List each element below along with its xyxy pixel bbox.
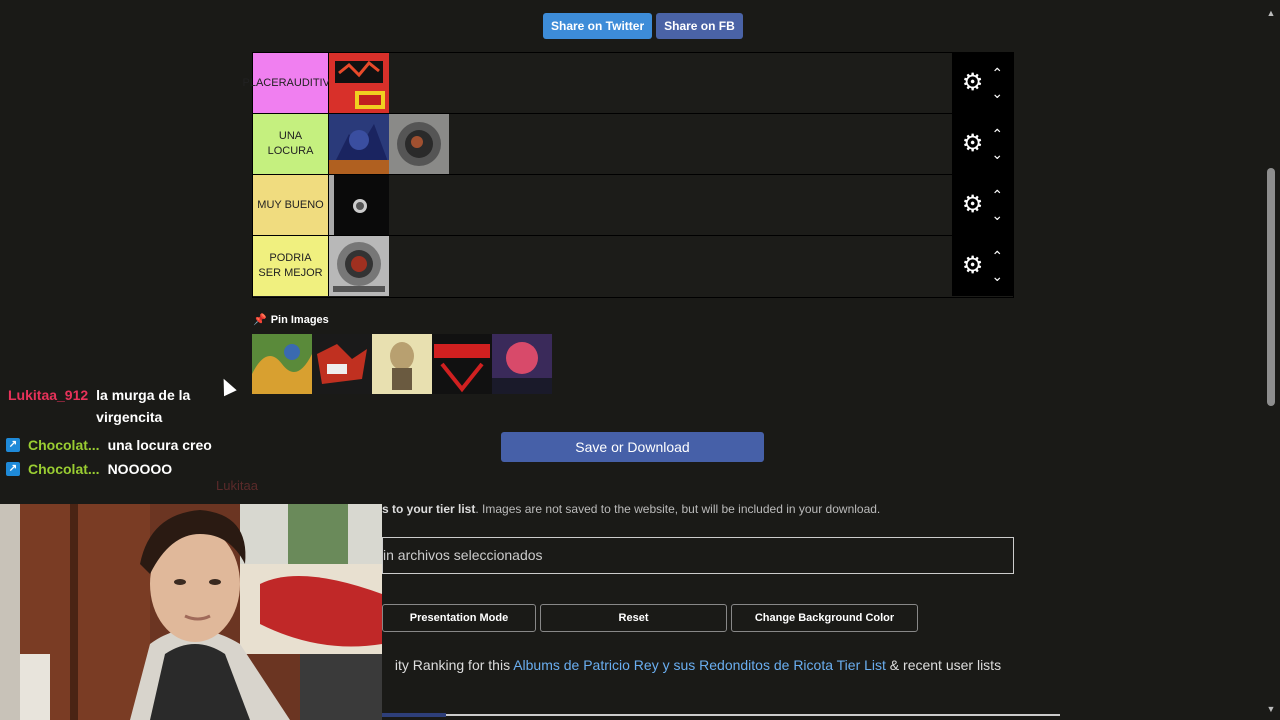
tier-row: UNA LOCURA ⚙ ⌃ ⌄	[253, 114, 1013, 175]
upload-instructions-rest: . Images are not saved to the website, b…	[475, 502, 881, 516]
chat-username: Lukitaa_912	[8, 387, 89, 403]
tier-controls: ⚙ ⌃ ⌄	[952, 175, 1013, 235]
tier-controls: ⚙ ⌃ ⌄	[952, 236, 1013, 296]
gear-icon[interactable]: ⚙	[962, 193, 984, 217]
move-arrows: ⌃ ⌄	[991, 124, 1003, 164]
community-prefix: ity Ranking for this	[394, 657, 514, 673]
tier-items[interactable]	[329, 236, 952, 297]
chevron-down-icon[interactable]: ⌄	[991, 205, 1003, 225]
action-buttons: Presentation Mode Reset Change Backgroun…	[382, 604, 918, 632]
chat-message: ↗ Chocolat... una locura creo	[0, 434, 230, 456]
chat-text: NOOOOO	[107, 461, 173, 477]
pin-images-label: Pin Images	[270, 313, 329, 326]
divider	[382, 714, 1060, 716]
move-arrows: ⌃ ⌄	[991, 63, 1003, 103]
reset-button[interactable]: Reset	[540, 604, 727, 632]
chevron-up-icon[interactable]: ⌃	[991, 124, 1003, 144]
image-pool[interactable]	[252, 334, 552, 394]
album-tile[interactable]	[389, 114, 449, 174]
move-arrows: ⌃ ⌄	[991, 246, 1003, 286]
album-tile[interactable]	[312, 334, 372, 394]
tier-items[interactable]	[329, 175, 952, 235]
chat-text: una locura creo	[107, 437, 212, 453]
tier-list-link[interactable]: Albums de Patricio Rey y sus Redonditos …	[513, 657, 886, 673]
chat-text: la murga de la virgencita	[96, 387, 191, 425]
album-tile[interactable]	[432, 334, 492, 394]
chat-faded-username: Lukitaa	[216, 478, 258, 493]
change-background-color-button[interactable]: Change Background Color	[731, 604, 918, 632]
prime-badge-icon: ↗	[6, 438, 20, 452]
chevron-down-icon[interactable]: ⌄	[991, 144, 1003, 164]
presentation-mode-button[interactable]: Presentation Mode	[382, 604, 536, 632]
chat-message: ↗ Chocolat... NOOOOO	[0, 458, 230, 480]
tier-label[interactable]: PLACERAUDITIVO	[243, 53, 338, 113]
tier-controls: ⚙ ⌃ ⌄	[952, 53, 1013, 113]
tier-row: PLACERAUDITIVO ⚙ ⌃ ⌄	[243, 53, 1013, 114]
tier-row: PODRIA SER MEJOR ⚙ ⌃ ⌄	[253, 236, 1013, 297]
community-ranking-text: ity Ranking for this Albums de Patricio …	[382, 656, 1014, 674]
tier-items[interactable]	[329, 53, 952, 113]
save-download-button[interactable]: Save or Download	[501, 432, 764, 462]
chevron-up-icon[interactable]: ⌃	[991, 246, 1003, 266]
scroll-thumb[interactable]	[1267, 168, 1275, 406]
gear-icon[interactable]: ⚙	[962, 254, 984, 278]
upload-instructions: s to your tier list. Images are not save…	[382, 502, 880, 516]
chevron-down-icon[interactable]: ⌄	[991, 83, 1003, 103]
community-suffix: & recent user lists	[885, 657, 1002, 673]
webcam-overlay	[0, 504, 382, 720]
share-fb-button[interactable]: Share on FB	[656, 13, 743, 39]
share-row: Share on Twitter Share on FB	[543, 13, 743, 39]
tier-table: PLACERAUDITIVO ⚙ ⌃ ⌄ UNA LOCURA ⚙ ⌃ ⌄ MU…	[243, 52, 1014, 298]
tier-row: MUY BUENO ⚙ ⌃ ⌄	[253, 175, 1013, 236]
album-tile[interactable]	[329, 114, 389, 174]
gear-icon[interactable]: ⚙	[962, 132, 984, 156]
album-tile[interactable]	[329, 175, 389, 235]
scroll-down-icon[interactable]: ▼	[1266, 704, 1276, 714]
share-twitter-button[interactable]: Share on Twitter	[543, 13, 653, 39]
stream-chat: Lukitaa_912 la murga de la virgencita ↗ …	[0, 384, 230, 486]
gear-icon[interactable]: ⚙	[962, 71, 984, 95]
tier-label[interactable]: UNA LOCURA	[253, 114, 329, 174]
album-tile[interactable]	[329, 236, 389, 296]
move-arrows: ⌃ ⌄	[991, 185, 1003, 225]
tier-label[interactable]: MUY BUENO	[253, 175, 329, 235]
album-tile[interactable]	[329, 53, 389, 113]
chat-message: Lukitaa_912 la murga de la virgencita	[0, 384, 230, 428]
upload-instructions-bold: s to your tier list	[382, 502, 476, 516]
divider-accent	[382, 713, 446, 717]
pin-images-toggle[interactable]: 📌 Pin Images	[253, 313, 329, 327]
album-tile[interactable]	[492, 334, 552, 394]
album-tile[interactable]	[252, 334, 312, 394]
prime-badge-icon: ↗	[6, 462, 20, 476]
scroll-up-icon[interactable]: ▲	[1266, 8, 1276, 18]
chevron-down-icon[interactable]: ⌄	[991, 266, 1003, 286]
chat-username: Chocolat...	[28, 461, 100, 477]
chat-username: Chocolat...	[28, 437, 100, 453]
tier-controls: ⚙ ⌃ ⌄	[952, 114, 1013, 174]
scrollbar[interactable]: ▲ ▼	[1262, 0, 1280, 720]
pin-icon: 📌	[253, 314, 267, 326]
file-input[interactable]: in archivos seleccionados	[382, 537, 1014, 574]
album-tile[interactable]	[372, 334, 432, 394]
chevron-up-icon[interactable]: ⌃	[991, 63, 1003, 83]
chevron-up-icon[interactable]: ⌃	[991, 185, 1003, 205]
tier-items[interactable]	[329, 114, 952, 174]
tier-label[interactable]: PODRIA SER MEJOR	[253, 236, 329, 296]
